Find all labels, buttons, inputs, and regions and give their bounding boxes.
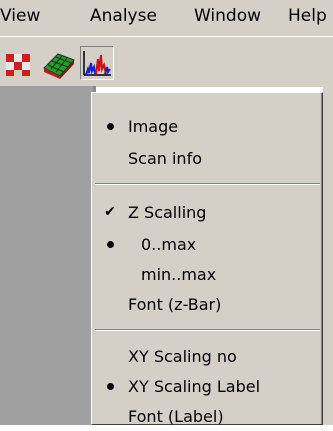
menu-window[interactable]: Window xyxy=(194,6,261,26)
radio-dot-icon xyxy=(102,117,118,135)
menu-item-label: Font (Label) xyxy=(128,407,224,426)
menu-item-label: Font (z-Bar) xyxy=(128,295,222,314)
menu-item-label: 0..max xyxy=(141,235,197,254)
surface-3d-icon[interactable] xyxy=(42,46,76,80)
menu-item-image[interactable]: Image xyxy=(92,113,320,141)
menu-item-scan-info[interactable]: Scan info xyxy=(92,145,320,173)
menu-item-xy-scaling-no[interactable]: XY Scaling no xyxy=(92,343,320,371)
context-menu: Image Scan info ✔ Z Scalling 0..max min.… xyxy=(91,92,323,426)
menu-separator xyxy=(95,329,320,331)
toolbar xyxy=(0,36,333,87)
checkmark-icon: ✔ xyxy=(104,204,116,220)
menu-item-min-max[interactable]: min..max xyxy=(92,261,320,289)
radio-dot-icon xyxy=(102,377,118,395)
right-strip xyxy=(323,86,333,425)
menu-shadow xyxy=(321,93,322,424)
menu-item-label: XY Scaling Label xyxy=(128,377,261,396)
menu-item-font-label[interactable]: Font (Label) xyxy=(92,403,320,431)
menu-view[interactable]: View xyxy=(0,6,40,26)
image-grid-icon[interactable] xyxy=(4,46,38,80)
menu-help[interactable]: Help xyxy=(288,6,327,26)
menu-item-0-max[interactable]: 0..max xyxy=(92,231,320,259)
menu-item-font-z-bar[interactable]: Font (z-Bar) xyxy=(92,291,320,319)
menu-bar: View Analyse Window Help xyxy=(0,0,333,36)
menu-item-label: min..max xyxy=(141,265,217,284)
menu-item-z-scalling[interactable]: ✔ Z Scalling xyxy=(92,199,320,227)
menu-separator xyxy=(95,183,320,185)
menu-item-label: Z Scalling xyxy=(128,203,207,222)
spectrum-chart-icon[interactable] xyxy=(80,46,114,80)
menu-item-label: Scan info xyxy=(128,149,202,168)
menu-analyse[interactable]: Analyse xyxy=(90,6,157,26)
menu-item-label: Image xyxy=(128,117,179,136)
menu-item-label: XY Scaling no xyxy=(128,347,237,366)
menu-item-xy-scaling-label[interactable]: XY Scaling Label xyxy=(92,373,320,401)
radio-dot-icon xyxy=(102,235,118,253)
image-pane xyxy=(0,86,96,425)
